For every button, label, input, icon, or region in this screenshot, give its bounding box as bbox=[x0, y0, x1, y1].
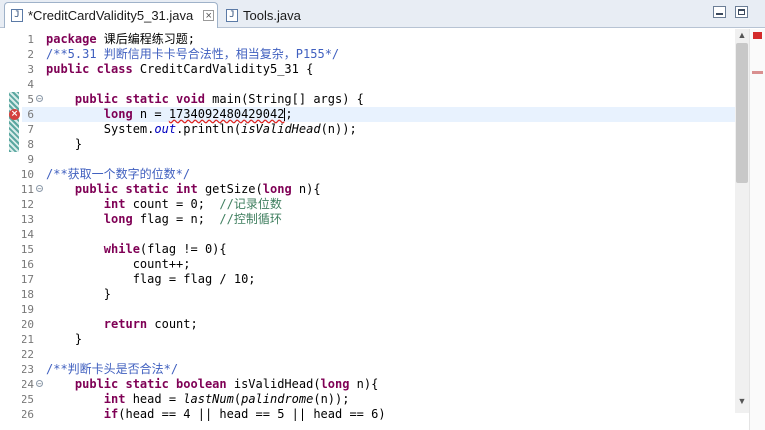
error-overview-icon[interactable] bbox=[753, 32, 762, 39]
scroll-up-icon[interactable]: ▲ bbox=[735, 29, 749, 41]
scroll-down-icon[interactable]: ▼ bbox=[735, 395, 749, 407]
code-line[interactable]: 23/**判断卡头是否合法*/ bbox=[0, 362, 735, 377]
code-text: public static int getSize(long n){ bbox=[74, 182, 321, 196]
code-line[interactable]: 12 int count = 0; //记录位数 bbox=[0, 197, 735, 212]
fold-toggle-icon[interactable]: − bbox=[36, 185, 43, 193]
code-line[interactable]: 4 bbox=[0, 77, 735, 92]
error-overview-marker[interactable] bbox=[752, 71, 763, 74]
code-text: public class CreditCardValidity5_31 { bbox=[46, 62, 314, 76]
code-text: package 课后编程练习题; bbox=[46, 32, 196, 46]
code-line[interactable]: 18 } bbox=[0, 287, 735, 302]
code-line[interactable]: 10/**获取一个数字的位数*/ bbox=[0, 167, 735, 182]
error-icon[interactable]: × bbox=[9, 109, 20, 120]
fold-toggle-icon[interactable]: − bbox=[36, 380, 43, 388]
code-line[interactable]: 15 while(flag != 0){ bbox=[0, 242, 735, 257]
maximize-icon[interactable] bbox=[735, 6, 748, 18]
code-text: int count = 0; //记录位数 bbox=[103, 197, 282, 211]
minimize-icon[interactable] bbox=[713, 6, 726, 18]
code-line[interactable]: 2/**5.31 判断信用卡卡号合法性，相当复杂，P155*/ bbox=[0, 47, 735, 62]
code-line[interactable]: 8 } bbox=[0, 137, 735, 152]
code-line[interactable]: 22 bbox=[0, 347, 735, 362]
code-line[interactable]: 17 flag = flag / 10; bbox=[0, 272, 735, 287]
code-text: while(flag != 0){ bbox=[103, 242, 227, 256]
code-text: flag = flag / 10; bbox=[46, 272, 256, 286]
code-line[interactable]: 3 public class CreditCardValidity5_31 { bbox=[0, 62, 735, 77]
code-area[interactable]: 1 package 课后编程练习题; 2/**5.31 判断信用卡卡号合法性，相当复… bbox=[0, 29, 735, 422]
code-line[interactable]: 26 if(head == 4 || head == 5 || head == … bbox=[0, 407, 735, 422]
code-line[interactable]: 19 bbox=[0, 302, 735, 317]
code-line[interactable]: 21 } bbox=[0, 332, 735, 347]
fold-toggle-icon[interactable]: − bbox=[36, 95, 43, 103]
code-text: } bbox=[46, 287, 112, 301]
editor-tab-bar: J *CreditCardValidity5_31.java × J Tools… bbox=[0, 0, 765, 28]
java-file-icon: J bbox=[226, 8, 238, 22]
code-text: } bbox=[46, 332, 83, 346]
code-line[interactable]: 24− public static boolean isValidHead(lo… bbox=[0, 377, 735, 392]
java-file-icon: J bbox=[11, 9, 23, 22]
tab-label: Tools.java bbox=[243, 7, 301, 23]
code-line[interactable]: 11− public static int getSize(long n){ bbox=[0, 182, 735, 197]
code-line[interactable]: 6 long n = 1734092480429042; bbox=[0, 107, 735, 122]
code-text: count++; bbox=[46, 257, 191, 271]
code-line[interactable]: 14 bbox=[0, 227, 735, 242]
code-text: public static boolean isValidHead(long n… bbox=[74, 377, 379, 391]
vertical-ruler: × bbox=[0, 29, 22, 430]
code-text: long n = 1734092480429042; bbox=[103, 107, 293, 121]
code-text: /**判断卡头是否合法*/ bbox=[46, 362, 179, 376]
tab-label: *CreditCardValidity5_31.java bbox=[28, 8, 194, 23]
code-text: long flag = n; //控制循环 bbox=[103, 212, 282, 226]
vertical-scrollbar[interactable]: ▲ ▼ bbox=[735, 29, 749, 413]
code-editor[interactable]: 1 package 课后编程练习题; 2/**5.31 判断信用卡卡号合法性，相当复… bbox=[0, 29, 765, 430]
change-marker bbox=[9, 92, 19, 152]
scrollbar-thumb[interactable] bbox=[736, 43, 748, 183]
code-line[interactable]: 9 bbox=[0, 152, 735, 167]
code-text: } bbox=[46, 137, 83, 151]
code-text: return count; bbox=[103, 317, 198, 331]
code-text: int head = lastNum(palindrome(n)); bbox=[103, 392, 350, 406]
code-line[interactable]: 13 long flag = n; //控制循环 bbox=[0, 212, 735, 227]
close-icon[interactable]: × bbox=[203, 10, 215, 22]
overview-ruler[interactable] bbox=[749, 29, 765, 430]
code-text: if(head == 4 || head == 5 || head == 6) bbox=[103, 407, 386, 421]
code-text: public static void main(String[] args) { bbox=[74, 92, 364, 106]
code-line[interactable]: 25 int head = lastNum(palindrome(n)); bbox=[0, 392, 735, 407]
code-line[interactable]: 5− public static void main(String[] args… bbox=[0, 92, 735, 107]
code-line[interactable]: 20 return count; bbox=[0, 317, 735, 332]
code-line[interactable]: 16 count++; bbox=[0, 257, 735, 272]
tab-credit-card-validity[interactable]: J *CreditCardValidity5_31.java × bbox=[4, 2, 218, 28]
code-text: /**5.31 判断信用卡卡号合法性，相当复杂，P155*/ bbox=[46, 47, 340, 61]
code-line[interactable]: 1 package 课后编程练习题; bbox=[0, 32, 735, 47]
code-text: System.out.println(isValidHead(n)); bbox=[46, 122, 357, 136]
code-text: /**获取一个数字的位数*/ bbox=[46, 167, 191, 181]
tab-tools[interactable]: J Tools.java bbox=[220, 2, 310, 28]
code-line[interactable]: 7 System.out.println(isValidHead(n)); bbox=[0, 122, 735, 137]
